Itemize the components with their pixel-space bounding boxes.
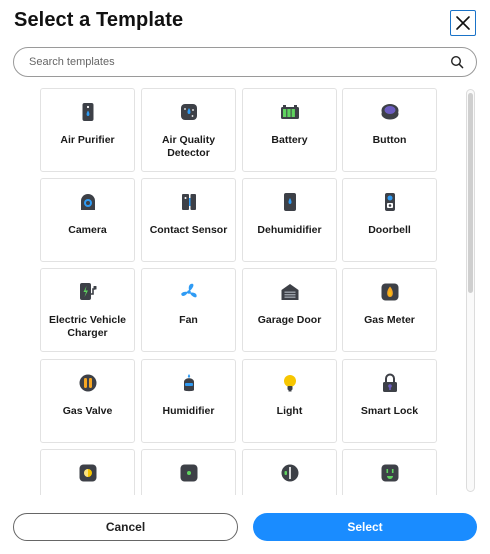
ev-charger-icon: [78, 282, 98, 302]
gas-valve-icon: [78, 373, 98, 393]
template-tile[interactable]: Smart Lock: [342, 359, 437, 443]
contact-sensor-icon: [179, 192, 199, 212]
template-label: Electric Vehicle Charger: [48, 314, 127, 339]
template-tile[interactable]: Contact Sensor: [141, 178, 236, 262]
template-tile[interactable]: Electric Vehicle Charger: [40, 268, 135, 352]
template-tile[interactable]: Camera: [40, 178, 135, 262]
air-purifier-icon: [78, 102, 98, 122]
template-grid: Air Purifier Air Quality Detector Battery Bu…: [0, 87, 490, 495]
humidifier-icon: [179, 373, 199, 393]
template-tile[interactable]: Battery: [242, 88, 337, 172]
template-label: Button: [372, 134, 407, 146]
template-tile[interactable]: Light: [242, 359, 337, 443]
template-tile[interactable]: [141, 449, 236, 495]
template-tile[interactable]: [40, 449, 135, 495]
template-label: Air Quality Detector: [161, 134, 216, 159]
blind-icon: [280, 463, 300, 483]
template-label: Gas Valve: [62, 405, 113, 417]
template-tile[interactable]: Garage Door: [242, 268, 337, 352]
select-button[interactable]: Select: [253, 513, 477, 541]
template-label: Fan: [179, 314, 198, 326]
outlet-icon: [380, 463, 400, 483]
template-label: Contact Sensor: [149, 224, 228, 236]
close-button[interactable]: [450, 10, 476, 36]
dimmer-icon: [78, 463, 98, 483]
search-box: [13, 47, 477, 77]
template-label: Gas Meter: [364, 314, 415, 326]
light-icon: [280, 373, 300, 393]
template-tile[interactable]: Humidifier: [141, 359, 236, 443]
template-tile[interactable]: Fan: [141, 268, 236, 352]
gas-meter-icon: [380, 282, 400, 302]
cancel-button[interactable]: Cancel: [13, 513, 238, 541]
template-tile[interactable]: Doorbell: [342, 178, 437, 262]
template-label: Camera: [68, 224, 107, 236]
template-label: Doorbell: [368, 224, 411, 236]
template-tile[interactable]: Button: [342, 88, 437, 172]
doorbell-icon: [380, 192, 400, 212]
battery-icon: [280, 102, 300, 122]
template-tile[interactable]: Gas Valve: [40, 359, 135, 443]
switch-icon: [179, 463, 199, 483]
template-tile[interactable]: [342, 449, 437, 495]
template-tile[interactable]: Air Purifier: [40, 88, 135, 172]
template-label: Light: [276, 405, 303, 417]
scrollbar-thumb[interactable]: [468, 93, 473, 293]
template-label: Battery: [271, 134, 308, 146]
template-tile[interactable]: [242, 449, 337, 495]
template-tile[interactable]: Gas Meter: [342, 268, 437, 352]
fan-icon: [179, 282, 199, 302]
template-tile[interactable]: Air Quality Detector: [141, 88, 236, 172]
template-tile[interactable]: Dehumidifier: [242, 178, 337, 262]
close-icon: [456, 16, 470, 30]
template-label: Dehumidifier: [257, 224, 322, 236]
template-label: Humidifier: [162, 405, 215, 417]
garage-door-icon: [280, 282, 300, 302]
dialog-title: Select a Template: [14, 9, 184, 31]
dehumidifier-icon: [280, 192, 300, 212]
search-icon[interactable]: [450, 55, 464, 69]
template-label: Smart Lock: [360, 405, 419, 417]
template-label: Garage Door: [257, 314, 322, 326]
template-grid-scrollbar[interactable]: [466, 89, 475, 492]
button-icon: [380, 102, 400, 122]
template-label: Air Purifier: [60, 134, 115, 146]
camera-icon: [78, 192, 98, 212]
smart-lock-icon: [380, 373, 400, 393]
air-quality-detector-icon: [179, 102, 199, 122]
search-input[interactable]: [27, 55, 450, 69]
